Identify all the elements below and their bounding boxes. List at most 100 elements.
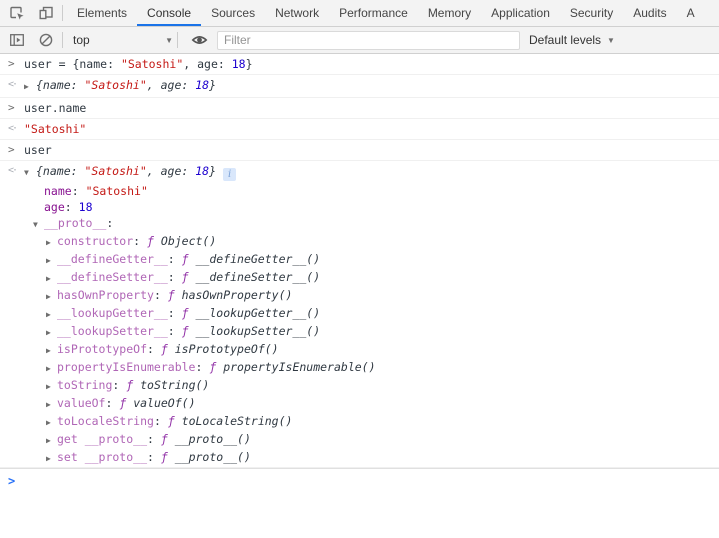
disclosure-triangle-icon[interactable]: ▶ xyxy=(46,451,57,467)
context-label: top xyxy=(73,33,90,47)
console-text-token: ƒ xyxy=(147,234,161,248)
live-expression-button[interactable] xyxy=(187,32,211,48)
tab-console[interactable]: Console xyxy=(137,0,201,26)
console-text-token: ƒ xyxy=(126,378,140,392)
console-text-token: } xyxy=(246,57,253,71)
disclosure-triangle-icon[interactable]: ▶ xyxy=(46,415,57,431)
console-text-token: ƒ xyxy=(182,306,196,320)
disclosure-triangle-icon[interactable]: ▶ xyxy=(46,271,57,287)
object-property-row: ▶__defineSetter__: ƒ __defineSetter__() xyxy=(0,269,719,287)
console-text-token: __proto__() xyxy=(175,432,251,446)
console-text-token: get __proto__ xyxy=(57,432,147,446)
disclosure-triangle-icon[interactable]: ▶ xyxy=(46,397,57,413)
console-text-token: : xyxy=(154,288,168,302)
console-text-token: set __proto__ xyxy=(57,450,147,464)
console-text-token: : xyxy=(105,396,119,410)
object-property-row: name: "Satoshi" xyxy=(0,183,719,199)
console-text-token: 18 xyxy=(195,164,209,178)
console-message-row: <·▶{name: "Satoshi", age: 18} xyxy=(0,75,719,97)
console-prompt[interactable]: > xyxy=(0,468,719,493)
object-property-row: age: 18 xyxy=(0,199,719,215)
clear-console-button[interactable] xyxy=(34,32,58,48)
info-icon[interactable]: i xyxy=(223,168,236,181)
console-text-token: propertyIsEnumerable xyxy=(57,360,195,374)
object-property-row: ▶__defineGetter__: ƒ __defineGetter__() xyxy=(0,251,719,269)
console-text-token: toLocaleString xyxy=(57,414,154,428)
object-property-row: ▶toLocaleString: ƒ toLocaleString() xyxy=(0,413,719,431)
console-message-row: <·▼{name: "Satoshi", age: 18}i xyxy=(0,161,719,183)
console-text-token: 18 xyxy=(195,78,209,92)
tab-a[interactable]: A xyxy=(677,0,705,26)
console-toolbar: top ▼ Default levels ▼ xyxy=(0,27,719,54)
tab-network[interactable]: Network xyxy=(265,0,329,26)
console-text-token: user xyxy=(24,143,52,157)
tab-memory[interactable]: Memory xyxy=(418,0,481,26)
console-text-token: hasOwnProperty xyxy=(57,288,154,302)
disclosure-triangle-icon[interactable]: ▼ xyxy=(24,165,36,181)
console-text-token: valueOf() xyxy=(133,396,195,410)
tab-elements[interactable]: Elements xyxy=(67,0,137,26)
object-property-row: ▶propertyIsEnumerable: ƒ propertyIsEnume… xyxy=(0,359,719,377)
log-levels-selector[interactable]: Default levels ▼ xyxy=(529,33,615,47)
console-text-token: ƒ xyxy=(168,414,182,428)
console-text-token: : xyxy=(147,450,161,464)
disclosure-triangle-icon[interactable]: ▼ xyxy=(33,217,44,233)
console-text-token: : xyxy=(168,270,182,284)
console-text-token: , age: xyxy=(183,57,231,71)
console-message-content: "Satoshi" xyxy=(24,121,719,137)
console-sidebar-toggle[interactable] xyxy=(5,32,29,48)
object-property-row: ▶valueOf: ƒ valueOf() xyxy=(0,395,719,413)
console-message-content: user.name xyxy=(24,100,719,116)
tab-audits[interactable]: Audits xyxy=(623,0,676,26)
console-text-token: propertyIsEnumerable() xyxy=(223,360,375,374)
console-message-content: ▼{name: "Satoshi", age: 18}i xyxy=(24,163,719,181)
console-text-token: "Satoshi" xyxy=(84,78,146,92)
console-message-row: >user.name xyxy=(0,98,719,118)
console-text-token: ƒ xyxy=(161,432,175,446)
console-text-token: toString() xyxy=(140,378,209,392)
inspect-element-button[interactable] xyxy=(5,0,29,26)
devtools-tabs: ElementsConsoleSourcesNetworkPerformance… xyxy=(67,0,705,26)
console-text-token: } xyxy=(209,78,216,92)
chevron-down-icon: ▼ xyxy=(165,36,173,45)
disclosure-triangle-icon[interactable]: ▶ xyxy=(46,379,57,395)
console-text-token: 18 xyxy=(79,200,93,214)
disclosure-triangle-icon[interactable]: ▶ xyxy=(46,433,57,449)
console-panel: >user = {name: "Satoshi", age: 18}<·▶{na… xyxy=(0,54,719,538)
object-property-row: ▶hasOwnProperty: ƒ hasOwnProperty() xyxy=(0,287,719,305)
device-toolbar-button[interactable] xyxy=(34,0,58,26)
console-text-token: : xyxy=(106,216,113,230)
disclosure-triangle-icon[interactable]: ▶ xyxy=(46,325,57,341)
tab-security[interactable]: Security xyxy=(560,0,623,26)
console-text-token: 18 xyxy=(232,57,246,71)
console-text-token: Object() xyxy=(161,234,216,248)
console-text-token: {name: xyxy=(36,78,84,92)
disclosure-triangle-icon[interactable]: ▶ xyxy=(46,235,57,251)
disclosure-triangle-icon[interactable]: ▶ xyxy=(46,289,57,305)
console-text-token: : xyxy=(147,342,161,356)
console-text-token: } xyxy=(209,164,216,178)
console-text-token: isPrototypeOf() xyxy=(175,342,279,356)
console-input-entry: >user xyxy=(0,140,719,161)
console-result-entry: <·"Satoshi" xyxy=(0,119,719,140)
prompt-chevron-icon: > xyxy=(0,473,24,489)
disclosure-triangle-icon[interactable]: ▶ xyxy=(24,79,36,95)
filter-input[interactable] xyxy=(217,31,520,50)
console-text-token: : xyxy=(147,432,161,446)
disclosure-triangle-icon[interactable]: ▶ xyxy=(46,343,57,359)
console-text-token: valueOf xyxy=(57,396,105,410)
object-property-row: ▶toString: ƒ toString() xyxy=(0,377,719,395)
input-chevron-icon: > xyxy=(0,100,24,116)
javascript-context-selector[interactable]: top ▼ xyxy=(73,30,173,50)
disclosure-triangle-icon[interactable]: ▶ xyxy=(46,253,57,269)
console-text-token: , age: xyxy=(147,78,195,92)
disclosure-triangle-icon[interactable]: ▶ xyxy=(46,361,57,377)
tab-performance[interactable]: Performance xyxy=(329,0,418,26)
tab-application[interactable]: Application xyxy=(481,0,560,26)
toolbar-divider xyxy=(177,32,178,48)
console-text-token: "Satoshi" xyxy=(84,164,146,178)
disclosure-triangle-icon[interactable]: ▶ xyxy=(46,307,57,323)
console-text-token: {name: xyxy=(36,164,84,178)
tab-sources[interactable]: Sources xyxy=(201,0,265,26)
console-text-token: hasOwnProperty() xyxy=(182,288,293,302)
